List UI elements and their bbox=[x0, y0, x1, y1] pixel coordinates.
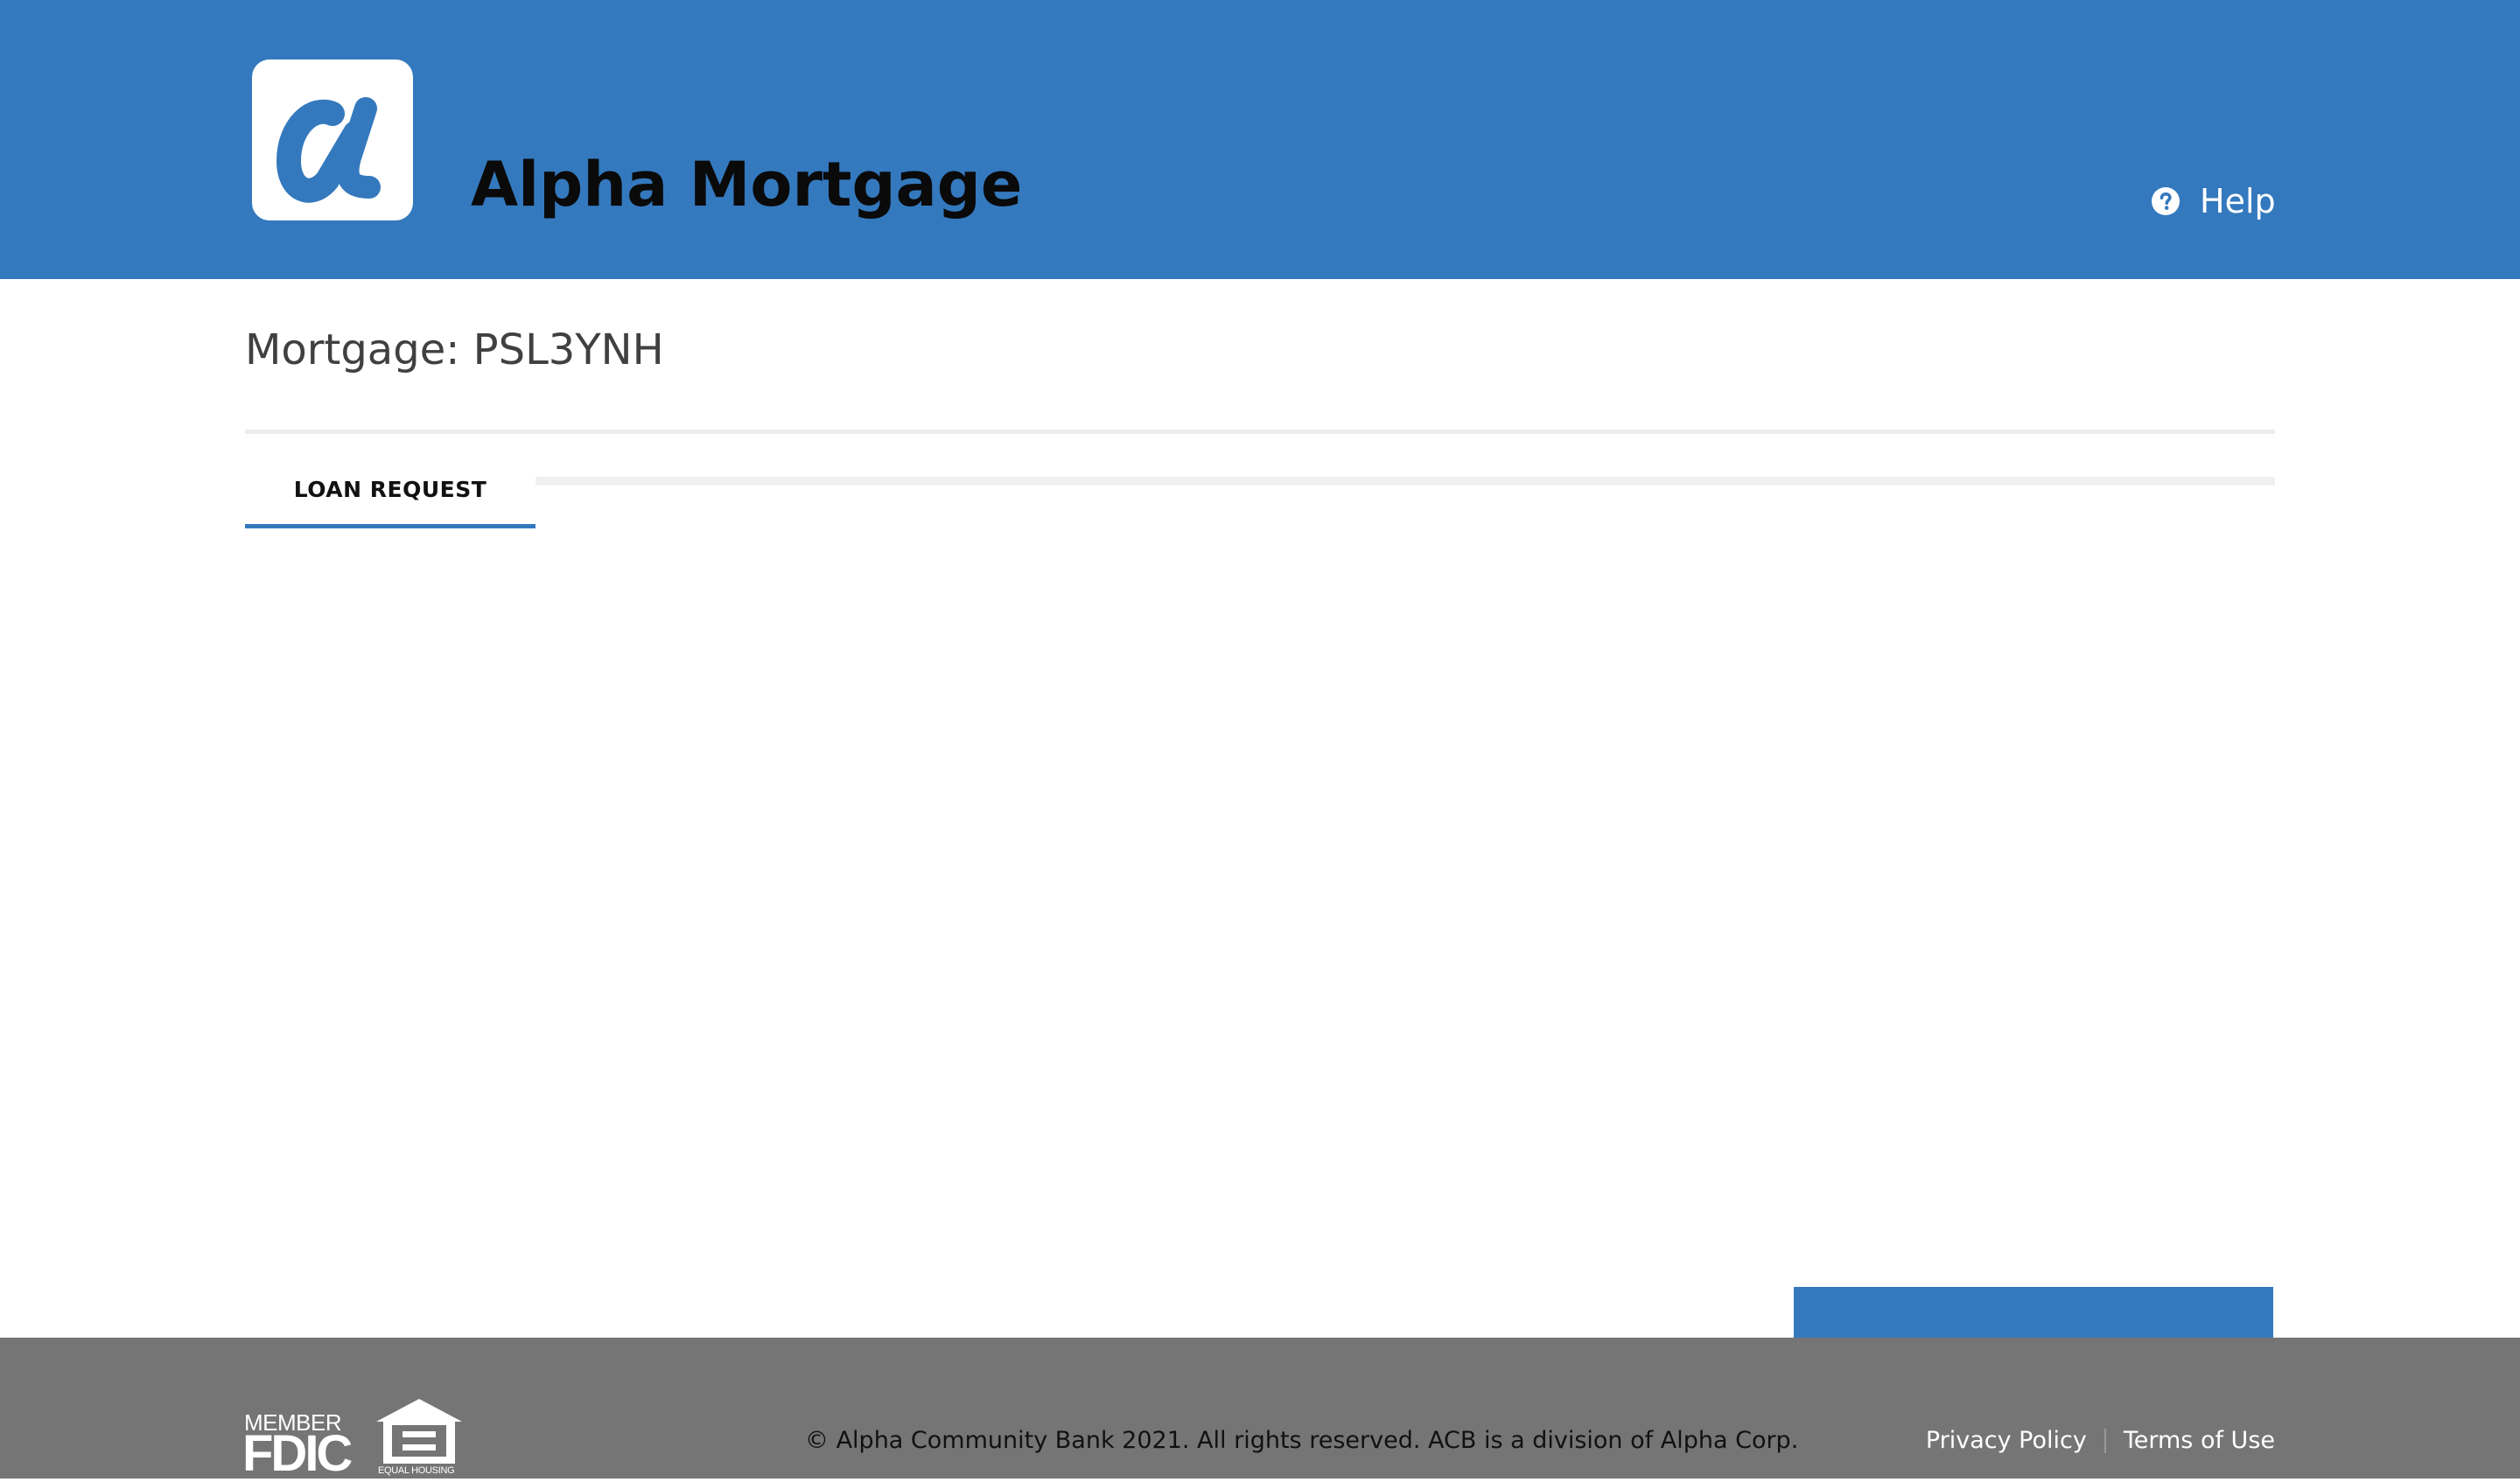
alpha-logo[interactable] bbox=[252, 59, 413, 220]
privacy-policy-link[interactable]: Privacy Policy bbox=[1926, 1427, 2087, 1454]
question-circle-icon bbox=[2152, 187, 2180, 215]
terms-of-use-link[interactable]: Terms of Use bbox=[2124, 1427, 2275, 1454]
fdic-member-logo: MEMBER FDIC bbox=[242, 1411, 353, 1482]
fdic-text: FDIC bbox=[242, 1425, 353, 1482]
footer: MEMBER FDIC EQUAL HOUSING © Alpha Commun… bbox=[0, 1338, 2520, 1479]
link-separator bbox=[2104, 1428, 2106, 1453]
equal-housing-icon: EQUAL HOUSING bbox=[373, 1395, 466, 1479]
page-title: Mortgage: PSL3YNH bbox=[245, 325, 664, 374]
equal-housing-text: EQUAL HOUSING bbox=[378, 1465, 455, 1476]
copyright-text: © Alpha Community Bank 2021. All rights … bbox=[805, 1427, 1799, 1454]
help-label: Help bbox=[2200, 182, 2276, 220]
top-header: Alpha Mortgage Help bbox=[0, 0, 2520, 279]
help-link[interactable]: Help bbox=[2151, 180, 2276, 222]
house-icon bbox=[376, 1399, 462, 1464]
alpha-logo-glyph bbox=[276, 97, 381, 203]
brand-name: Alpha Mortgage bbox=[471, 149, 1023, 220]
tab-track bbox=[536, 477, 2275, 486]
footer-links: Privacy Policy Terms of Use bbox=[1926, 1427, 2275, 1454]
tab-loan-request[interactable]: LOAN REQUEST bbox=[245, 455, 536, 528]
divider bbox=[245, 430, 2275, 434]
